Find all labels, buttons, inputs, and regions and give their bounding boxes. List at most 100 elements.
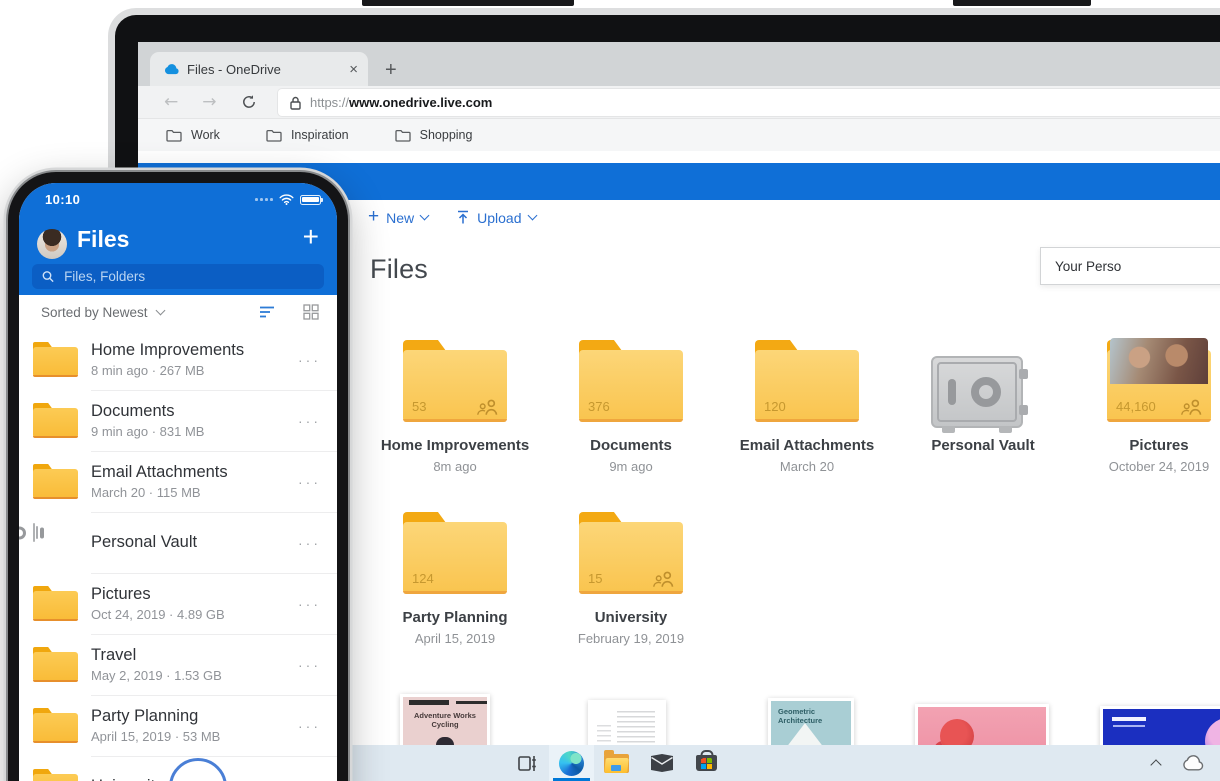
list-item-text: Personal Vault [91, 533, 298, 552]
cellular-signal-icon [255, 198, 273, 201]
sort-order-icon[interactable] [259, 305, 276, 319]
folder-outline-icon [166, 129, 182, 142]
list-item-text: Pictures Oct 24, 2019 · 4.89 GB [91, 585, 298, 622]
upload-icon [458, 210, 469, 224]
list-item-meta: 8 min ago · 267 MB [91, 363, 205, 378]
list-item[interactable]: Personal Vault ··· [19, 512, 337, 573]
task-view-button[interactable] [504, 745, 549, 781]
file-thumbnail[interactable] [915, 704, 1049, 745]
list-item[interactable]: Home Improvements 8 min ago · 267 MB ··· [19, 329, 337, 390]
folder-item-count: 44,160 [1116, 399, 1156, 414]
more-options-icon[interactable]: ··· [298, 535, 321, 551]
folder-icon [33, 768, 78, 781]
new-tab-icon[interactable]: + [385, 60, 397, 80]
bookmark-item[interactable]: Inspiration [266, 128, 349, 142]
new-button[interactable]: + New [368, 207, 430, 226]
file-explorer-icon [604, 749, 629, 773]
mail-icon [650, 754, 673, 772]
search-input[interactable] [62, 268, 324, 285]
list-item-meta: May 2, 2019 · 1.53 GB [91, 668, 222, 683]
list-item[interactable]: Pictures Oct 24, 2019 · 4.89 GB ··· [19, 573, 337, 634]
shared-people-icon [477, 399, 498, 415]
folder-name: Pictures [1129, 437, 1189, 454]
more-options-icon[interactable]: ··· [298, 596, 321, 612]
more-options-icon[interactable]: ··· [298, 413, 321, 429]
sort-label[interactable]: Sorted by Newest [41, 305, 148, 320]
folder-grid-row-1: 53 Home Improvements 8m ago 376 Document… [367, 326, 1220, 474]
list-item[interactable]: Documents 9 min ago · 831 MB ··· [19, 390, 337, 451]
tab-close-icon[interactable]: × [349, 62, 358, 77]
folder-date: 8m ago [433, 459, 477, 474]
folder-body [33, 469, 78, 499]
more-options-icon[interactable]: ··· [298, 657, 321, 673]
bookmarks-bar: Work Inspiration Shopping [138, 119, 1220, 151]
phone-file-list: Home Improvements 8 min ago · 267 MB ···… [19, 329, 337, 781]
folder-icon [931, 338, 1035, 433]
back-icon[interactable]: ← [164, 93, 178, 111]
grid-view-icon[interactable] [303, 304, 319, 320]
more-options-icon[interactable]: ··· [298, 718, 321, 734]
taskbar-icons [504, 745, 729, 781]
folder-icon [33, 646, 78, 683]
folder-tile[interactable]: 53 Home Improvements 8m ago [367, 326, 543, 474]
folder-tile[interactable]: 15 University February 19, 2019 [543, 498, 719, 646]
bookmark-item[interactable]: Shopping [394, 128, 472, 142]
list-item-meta: 9 min ago · 831 MB [91, 424, 205, 439]
bookmark-item[interactable]: Work [166, 128, 220, 142]
avatar[interactable] [37, 229, 67, 259]
thumbnail-label: Adventure Works Cycling [414, 711, 476, 729]
background-object [953, 0, 1091, 6]
list-item-text: Party Planning April 15, 2019 · 53 MB [91, 707, 298, 744]
folder-tile[interactable]: 124 Party Planning April 15, 2019 [367, 498, 543, 646]
file-thumbnail[interactable] [588, 700, 666, 745]
mail-button[interactable] [639, 745, 684, 781]
phone-app-title: Files [77, 226, 130, 252]
folder-icon [33, 707, 78, 744]
phone-app-header: 10:10 Files + [19, 183, 337, 295]
address-bar[interactable]: https://www.onedrive.live.com [278, 89, 1220, 116]
folder-tile[interactable]: 44,160 Pictures October 24, 2019 [1071, 326, 1220, 474]
more-options-icon[interactable]: ··· [298, 474, 321, 490]
folder-tile[interactable]: 120 Email Attachments March 20 [719, 326, 895, 474]
folder-icon [33, 341, 78, 378]
folder-tile[interactable]: Personal Vault [895, 326, 1071, 474]
url-text: https://www.onedrive.live.com [310, 95, 492, 110]
list-item[interactable]: Travel May 2, 2019 · 1.53 GB ··· [19, 634, 337, 695]
browser-tab[interactable]: Files - OneDrive × [150, 52, 368, 86]
edge-browser-button[interactable] [549, 745, 594, 781]
list-item[interactable]: Party Planning April 15, 2019 · 53 MB ··… [19, 695, 337, 756]
add-button[interactable]: + [303, 223, 319, 251]
search-bar[interactable] [32, 264, 324, 289]
list-item-title: Personal Vault [91, 533, 198, 551]
list-item-title: Email Attachments [91, 463, 228, 481]
list-item-title: Documents [91, 402, 175, 420]
file-thumbnail[interactable]: Geometric Architecture [768, 698, 854, 745]
folder-item-count: 15 [588, 571, 603, 586]
forward-icon[interactable]: → [202, 93, 216, 111]
list-item-text: Home Improvements 8 min ago · 267 MB [91, 341, 298, 378]
personal-vault-icon [931, 356, 1028, 433]
microsoft-store-button[interactable] [684, 745, 729, 781]
file-thumbnail[interactable]: Adventure Works Cycling [400, 694, 490, 745]
more-options-icon[interactable]: ··· [298, 352, 321, 368]
onedrive-tray-cloud-icon[interactable] [1180, 755, 1204, 771]
page-title: Files [370, 254, 429, 284]
folder-tile[interactable]: 376 Documents 9m ago [543, 326, 719, 474]
chevron-down-icon[interactable] [155, 305, 166, 315]
list-item[interactable]: Email Attachments March 20 · 115 MB ··· [19, 451, 337, 512]
bookmark-label: Inspiration [290, 128, 349, 142]
refresh-icon[interactable] [241, 94, 257, 110]
file-explorer-button[interactable] [594, 745, 639, 781]
chevron-up-icon[interactable] [1150, 759, 1162, 771]
callout-text: Your Perso [1055, 258, 1122, 274]
marketing-scene: Files - OneDrive × + ← → https://www.one… [0, 0, 1220, 781]
folder-body [33, 408, 78, 438]
file-thumbnail[interactable] [1100, 706, 1220, 745]
upload-button[interactable]: Upload [456, 210, 537, 226]
folder-date: October 24, 2019 [1108, 459, 1210, 474]
edge-browser-icon [559, 750, 584, 776]
list-item-text: Travel May 2, 2019 · 1.53 GB [91, 646, 298, 683]
folder-icon [33, 463, 78, 500]
list-item-meta: April 15, 2019 · 53 MB [91, 729, 221, 744]
folder-body [33, 652, 78, 682]
